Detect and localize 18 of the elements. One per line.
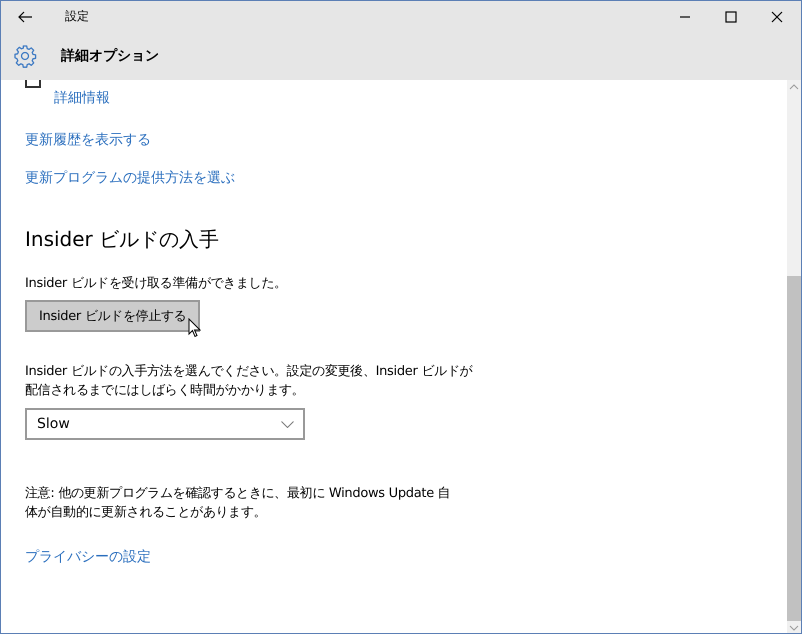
update-history-link[interactable]: 更新履歴を表示する	[25, 131, 151, 149]
stop-insider-button[interactable]: Insider ビルドを停止する	[25, 300, 200, 332]
cursor-icon	[188, 318, 202, 338]
note-text: 注意: 他の更新プログラムを確認するときに、最初に Windows Update 自体が自動的に更新されることがあります。	[25, 485, 452, 522]
ring-dropdown[interactable]: Slow	[25, 408, 305, 440]
learn-more-link[interactable]: 詳細情報	[54, 89, 110, 107]
description-text: Insider ビルドの入手方法を選んでください。設定の変更後、Insider ビルドが配信されるまでにはしばらく時間がかかります。	[25, 363, 474, 400]
window-title: 設定	[65, 8, 89, 25]
page-title: 詳細オプション	[61, 47, 159, 65]
back-icon[interactable]	[17, 10, 33, 22]
delivery-method-link[interactable]: 更新プログラムの提供方法を選ぶ	[25, 169, 235, 187]
status-text: Insider ビルドを受け取る準備ができました。	[25, 275, 287, 293]
maximize-icon[interactable]	[725, 10, 737, 22]
chevron-down-icon	[281, 420, 294, 428]
close-icon[interactable]	[771, 10, 783, 22]
settings-icon	[13, 44, 37, 68]
privacy-settings-link[interactable]: プライバシーの設定	[25, 548, 151, 566]
section-heading: Insider ビルドの入手	[25, 226, 220, 253]
